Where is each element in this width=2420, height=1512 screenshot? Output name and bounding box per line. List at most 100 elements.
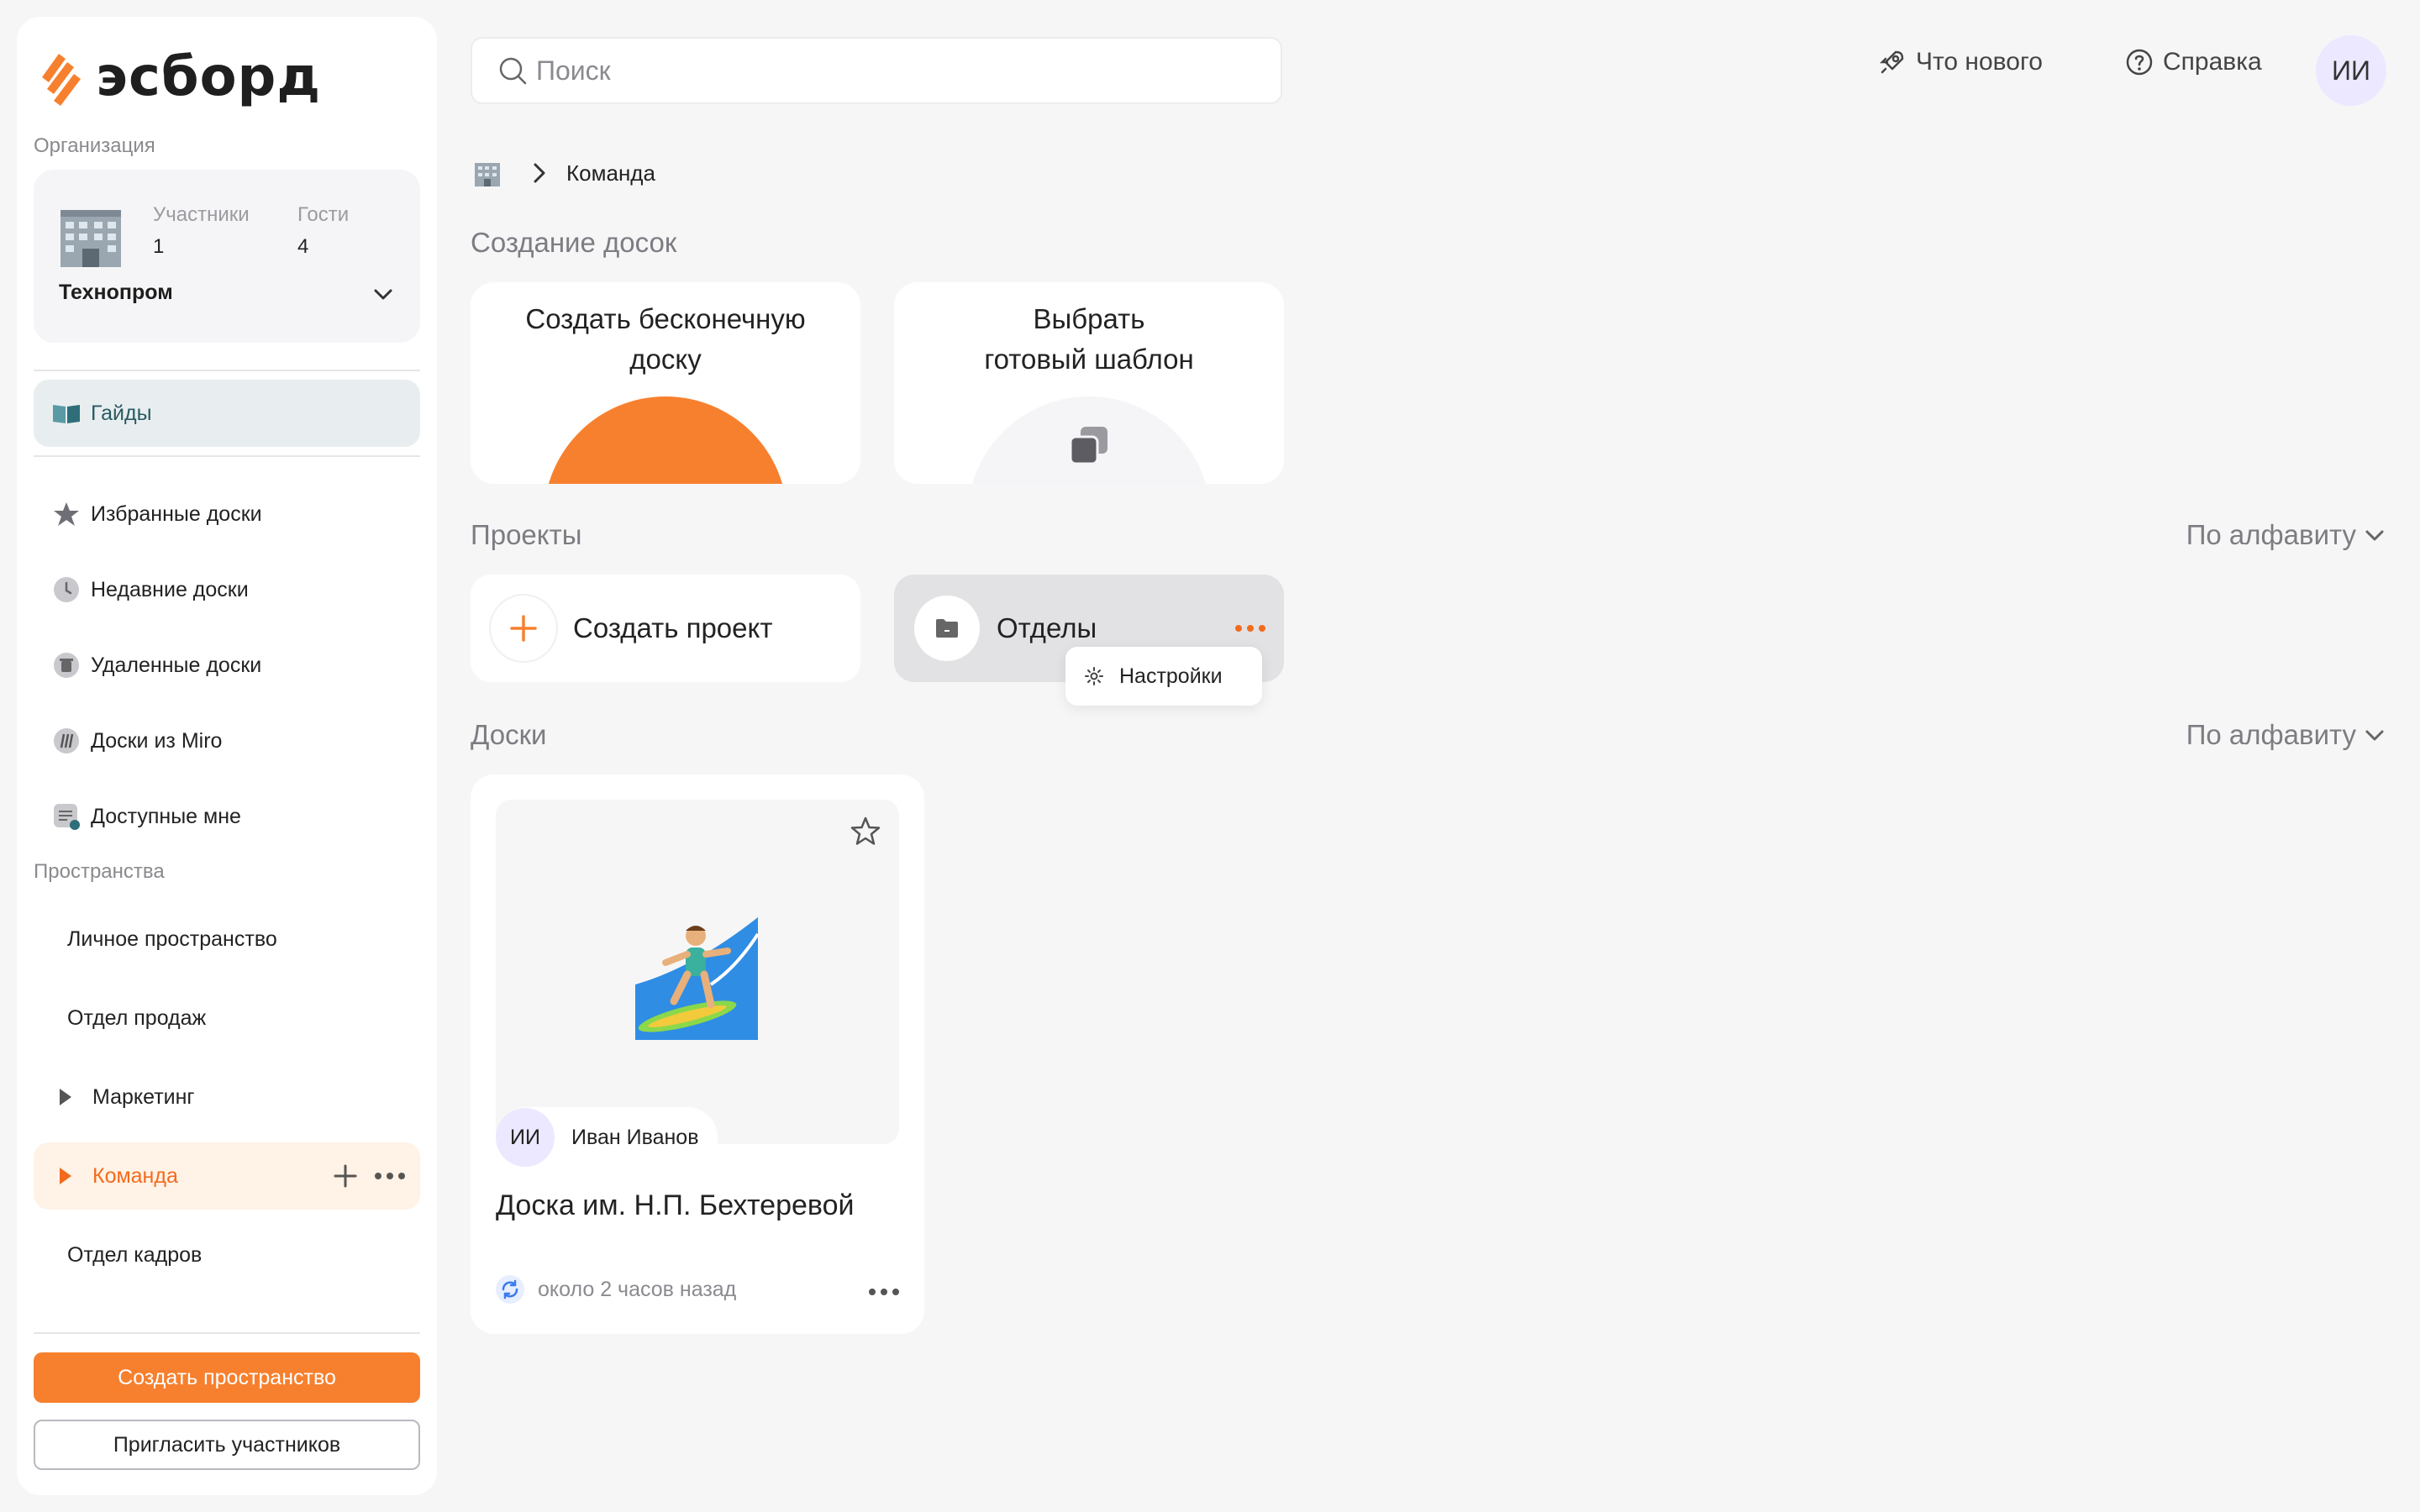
projects-sort-label: По алфавиту <box>2186 519 2356 550</box>
create-infinite-label: Создать бесконечную доску <box>471 299 860 380</box>
shared-doc-icon <box>52 802 81 831</box>
choose-template-card[interactable]: Выбрать готовый шаблон <box>894 282 1284 484</box>
board-owner-chip: ИИ Иван Иванов <box>496 1107 718 1168</box>
sidebar-item-deleted[interactable]: Удаленные доски <box>34 632 420 699</box>
space-actions <box>333 1163 405 1189</box>
search-bar[interactable] <box>471 37 1282 104</box>
sync-icon <box>496 1275 524 1304</box>
more-icon[interactable] <box>1235 625 1265 632</box>
settings-label: Настройки <box>1119 664 1223 688</box>
space-item-label: Команда <box>92 1163 178 1188</box>
sidebar-item-miro[interactable]: Доски из Miro <box>34 707 420 774</box>
star-icon <box>52 500 81 528</box>
plus-icon[interactable] <box>333 1163 358 1189</box>
members-count: 1 <box>153 235 165 258</box>
space-item-label: Личное пространство <box>67 927 277 951</box>
sidebar-item-label: Недавние доски <box>91 577 249 601</box>
more-icon[interactable] <box>375 1173 405 1179</box>
user-avatar[interactable]: ИИ <box>2316 35 2386 106</box>
space-item-team[interactable]: Команда <box>34 1142 420 1210</box>
templates-copy-icon <box>1069 427 1107 465</box>
create-infinite-line1: Создать бесконечную <box>525 303 806 334</box>
members-label: Участники <box>153 203 250 226</box>
whats-new-button[interactable]: Что нового <box>1877 47 2043 77</box>
create-project-card[interactable]: Создать проект <box>471 575 860 682</box>
miro-icon <box>52 727 81 755</box>
board-card[interactable]: ИИ Иван Иванов Доска им. Н.П. Бехтеревой… <box>471 774 924 1334</box>
brand-name: эсборд <box>96 46 322 108</box>
guests-label: Гости <box>297 203 350 226</box>
chevron-right-icon <box>534 163 545 183</box>
sidebar-item-label: Гайды <box>91 401 152 425</box>
board-title: Доска им. Н.П. Бехтеревой <box>496 1189 855 1221</box>
space-item-marketing[interactable]: Маркетинг <box>34 1063 420 1131</box>
expand-triangle-icon[interactable] <box>49 1087 82 1107</box>
search-input[interactable] <box>536 55 1208 87</box>
members-stat: Участники 1 <box>153 203 250 259</box>
boards-sort[interactable]: По алфавиту <box>2186 719 2386 751</box>
sidebar-item-favorites[interactable]: Избранные доски <box>34 480 420 548</box>
more-icon[interactable] <box>869 1289 899 1295</box>
sidebar-item-label: Удаленные доски <box>91 653 262 677</box>
logo-mark-icon <box>42 54 81 106</box>
org-section-label: Организация <box>34 134 155 157</box>
whats-new-label: Что нового <box>1916 48 2043 76</box>
create-infinite-line2: доску <box>629 344 702 375</box>
board-meta: около 2 часов назад <box>496 1275 736 1304</box>
invite-members-button[interactable]: Пригласить участников <box>34 1420 420 1470</box>
divider <box>34 455 420 457</box>
chevron-down-icon[interactable] <box>371 282 395 306</box>
help-label: Справка <box>2163 48 2262 76</box>
choose-template-line1: Выбрать <box>1033 303 1145 334</box>
sidebar-item-recent[interactable]: Недавние доски <box>34 556 420 623</box>
plus-circle <box>491 596 556 661</box>
org-switcher[interactable]: Участники 1 Гости 4 Технопром <box>34 170 420 343</box>
chevron-down-icon <box>2365 730 2384 741</box>
boards-title: Доски <box>471 719 547 750</box>
folder-icon <box>936 619 958 638</box>
create-project-label: Создать проект <box>573 612 773 643</box>
search-icon <box>499 57 527 85</box>
sidebar-item-guides[interactable]: Гайды <box>34 380 420 447</box>
folder-circle <box>914 596 980 661</box>
guests-stat: Гости 4 <box>297 203 349 259</box>
space-item-label: Отдел кадров <box>67 1242 203 1267</box>
divider <box>34 1332 420 1334</box>
settings-menu-item[interactable]: Настройки <box>1065 647 1262 706</box>
create-space-button[interactable]: Создать пространство <box>34 1352 420 1403</box>
help-button[interactable]: Справка <box>2124 47 2262 77</box>
sidebar-item-label: Избранные доски <box>91 501 262 526</box>
expand-triangle-icon[interactable] <box>49 1166 82 1186</box>
sidebar-item-label: Доски из Miro <box>91 728 223 753</box>
create-board-circle <box>544 396 787 484</box>
trash-icon <box>52 651 81 680</box>
help-circle-icon <box>2126 49 2153 76</box>
rocket-icon <box>1879 50 1904 74</box>
space-item-personal[interactable]: Личное пространство <box>34 906 420 973</box>
logo[interactable]: эсборд <box>35 45 321 109</box>
sidebar: эсборд Организация Участники 1 Гости 4 Т… <box>17 17 437 1495</box>
plus-icon <box>510 615 537 642</box>
choose-template-label: Выбрать готовый шаблон <box>894 299 1284 380</box>
space-item-hr[interactable]: Отдел кадров <box>34 1221 420 1289</box>
breadcrumb: Команда <box>472 158 655 188</box>
create-infinite-board-card[interactable]: Создать бесконечную доску <box>471 282 860 484</box>
space-item-label: Отдел продаж <box>67 1005 207 1030</box>
clock-icon <box>52 575 81 604</box>
projects-sort[interactable]: По алфавиту <box>2186 519 2386 551</box>
space-item-sales[interactable]: Отдел продаж <box>34 984 420 1052</box>
sidebar-item-label: Доступные мне <box>91 804 241 828</box>
board-updated: около 2 часов назад <box>538 1277 737 1301</box>
surfer-icon <box>635 917 758 1040</box>
projects-title: Проекты <box>471 519 582 550</box>
star-outline-icon[interactable] <box>849 815 882 848</box>
space-item-label: Маркетинг <box>92 1084 195 1109</box>
spaces-section-label: Пространства <box>34 860 165 883</box>
owner-avatar: ИИ <box>496 1108 555 1167</box>
guests-count: 4 <box>297 235 309 258</box>
choose-template-line2: готовый шаблон <box>984 344 1194 375</box>
building-icon[interactable] <box>472 158 502 188</box>
boards-sort-label: По алфавиту <box>2186 719 2356 750</box>
sidebar-item-shared[interactable]: Доступные мне <box>34 783 420 850</box>
project-name: Отделы <box>997 612 1097 643</box>
